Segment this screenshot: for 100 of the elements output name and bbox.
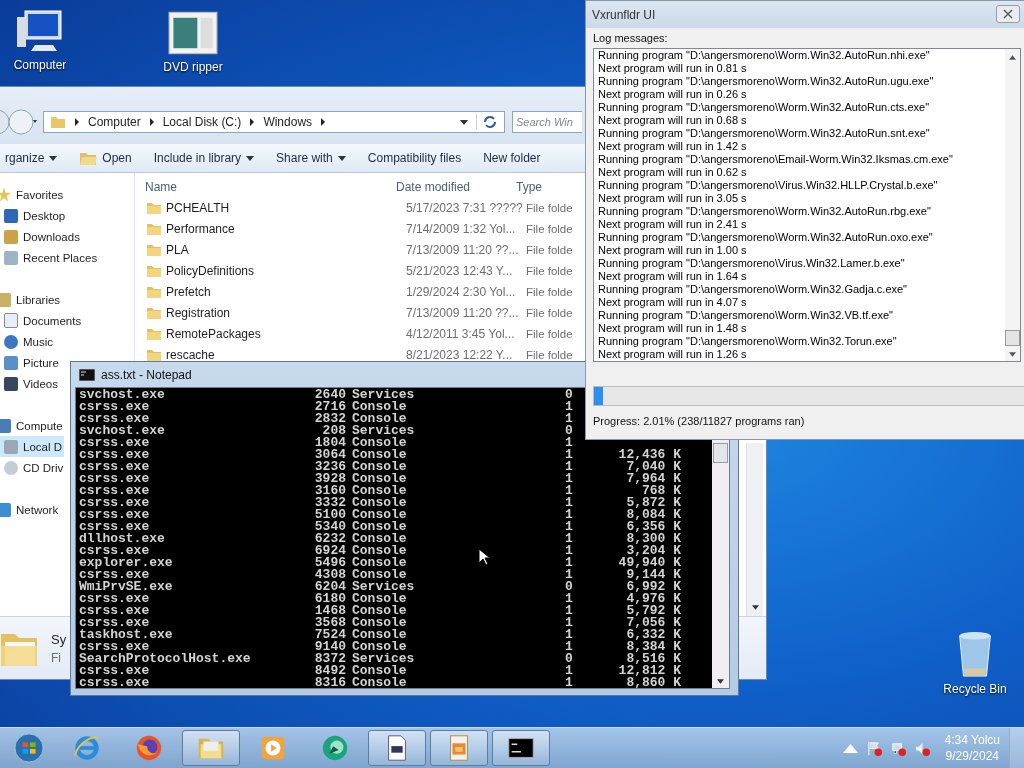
sidebar-item[interactable]: Music	[0, 331, 56, 352]
scroll-down-icon[interactable]	[751, 605, 759, 610]
process-id: 6204	[313, 581, 346, 593]
browser-icon	[72, 733, 102, 763]
chevron-icon[interactable]	[249, 118, 256, 126]
scroll-thumb[interactable]	[1005, 330, 1020, 346]
scroll-thumb[interactable]	[713, 443, 728, 463]
process-id: 5100	[313, 509, 346, 521]
memory-usage: 5,792 K	[625, 605, 681, 617]
memory-usage: 7,964 K	[625, 473, 681, 485]
log-line: Running program "D:\angersmoreno\Worm.Win32.Gadja.c.exe"	[598, 283, 909, 296]
folder-icon	[146, 221, 162, 236]
file-name[interactable]: Prefetch	[166, 284, 406, 299]
sidebar-item[interactable]: Downloads	[0, 226, 82, 247]
process-id: 4308	[313, 569, 346, 581]
sidebar-item[interactable]: Libraries	[0, 289, 63, 310]
scrollbar[interactable]	[712, 440, 729, 688]
sidebar-item[interactable]: Videos	[0, 373, 60, 394]
refresh-icon[interactable]	[476, 114, 498, 130]
sidebar-item[interactable]: Picture	[0, 352, 61, 373]
process-name: csrss.exe	[79, 605, 151, 617]
column-header[interactable]: Name	[135, 180, 396, 194]
toolbar-button[interactable]: Open	[74, 147, 137, 169]
toolbar-button[interactable]: New folder	[478, 148, 546, 168]
date-modified: 7/13/2009 11:20 ??...	[406, 242, 520, 257]
process-name: taskhost.exe	[79, 629, 174, 641]
scroll-down-icon[interactable]	[1009, 352, 1016, 357]
session-number: 1	[565, 593, 574, 605]
taskbar-button[interactable]	[492, 730, 550, 766]
log-list[interactable]	[593, 48, 1021, 362]
breadcrumb[interactable]: Computer	[88, 115, 141, 129]
sidebar-item[interactable]: CD Driv	[0, 457, 66, 478]
session-name: Console	[351, 413, 407, 425]
taskbar-button[interactable]	[368, 730, 426, 766]
file-name[interactable]: PolicyDefinitions	[166, 263, 406, 278]
sidebar-item[interactable]: Desktop	[0, 205, 68, 226]
column-header[interactable]: Date modified	[396, 180, 516, 194]
session-number: 1	[565, 557, 574, 569]
chevron-icon[interactable]	[320, 118, 327, 126]
chevron-icon[interactable]	[148, 118, 155, 126]
session-name: Console	[351, 569, 407, 581]
close-button[interactable]	[996, 5, 1020, 23]
file-name[interactable]: PCHEALTH	[166, 200, 406, 215]
toolbar-button[interactable]: Compatibility files	[362, 148, 467, 168]
dropdown-icon[interactable]	[460, 119, 468, 125]
folder-icon	[146, 200, 162, 215]
address-bar[interactable]: Computer Local Disk (C:) Windows	[43, 111, 505, 133]
log-line: Next program will run in 1.64 s	[598, 270, 748, 283]
folder-icon	[146, 305, 162, 320]
process-id: 3236	[313, 461, 346, 473]
process-name: WmiPrvSE.exe	[79, 581, 174, 593]
scrollbar[interactable]	[1005, 49, 1020, 361]
log-line: Next program will run in 0.68 s	[598, 114, 748, 127]
breadcrumb[interactable]: Windows	[263, 115, 313, 129]
toolbar-button[interactable]: rganize	[0, 148, 63, 168]
network-icon[interactable]	[890, 740, 906, 756]
sidebar-item[interactable]: Recent Places	[0, 247, 100, 268]
file-type: File folde	[526, 306, 573, 319]
process-id: 8492	[313, 665, 346, 677]
breadcrumb[interactable]: Local Disk (C:)	[162, 115, 242, 129]
column-header[interactable]: Type	[516, 180, 542, 194]
chevron-icon[interactable]	[74, 118, 80, 126]
sidebar-item[interactable]: Documents	[0, 310, 84, 331]
file-name[interactable]: rescache	[166, 347, 406, 362]
desktop-icon-label[interactable]: Recycle Bin	[943, 682, 1007, 696]
computer-icon[interactable]	[15, 8, 65, 54]
process-id: 3160	[313, 485, 346, 497]
flag-icon[interactable]	[866, 740, 882, 756]
file-type: File folde	[526, 348, 573, 361]
desktop-icon-label[interactable]: DVD ripper	[163, 60, 223, 74]
app-window-icon[interactable]	[168, 10, 218, 56]
scroll-up-icon[interactable]	[1009, 55, 1016, 60]
sidebar-item[interactable]: Local D	[0, 436, 64, 457]
toolbar-button[interactable]: Include in library	[148, 148, 260, 168]
file-name[interactable]: Registration	[166, 305, 406, 320]
date-modified: 8/21/2023 12:22 Y...	[406, 347, 514, 362]
log-line: Next program will run in 1.48 s	[598, 322, 748, 335]
file-name[interactable]: Performance	[166, 221, 406, 236]
file-type: File folde	[526, 222, 573, 235]
toolbar-button[interactable]: Share with	[271, 148, 351, 168]
process-name: csrss.exe	[79, 569, 150, 581]
search-field[interactable]: Search Win	[512, 111, 582, 133]
caret-icon	[49, 155, 58, 161]
sidebar-item[interactable]: Compute	[0, 415, 65, 436]
volume-muted-icon[interactable]	[914, 740, 930, 756]
process-name: csrss.exe	[79, 677, 151, 688]
sidebar-item[interactable]: Favorites	[0, 184, 66, 205]
process-name: explorer.exe	[79, 557, 174, 569]
process-id: 3568	[313, 617, 346, 629]
session-name: Services	[351, 425, 416, 437]
file-name[interactable]: RemotePackages	[166, 326, 406, 341]
scrollbar[interactable]	[746, 443, 763, 616]
process-name: csrss.exe	[79, 665, 151, 677]
sidebar-item[interactable]: Network	[0, 499, 61, 520]
process-name: svchost.exe	[79, 425, 166, 437]
memory-usage: 8,084 K	[625, 509, 681, 521]
file-name[interactable]: PLA	[166, 242, 406, 257]
desktop-icon-label[interactable]: Computer	[13, 58, 67, 72]
session-name: Console	[351, 401, 408, 413]
session-name: Console	[351, 545, 408, 557]
